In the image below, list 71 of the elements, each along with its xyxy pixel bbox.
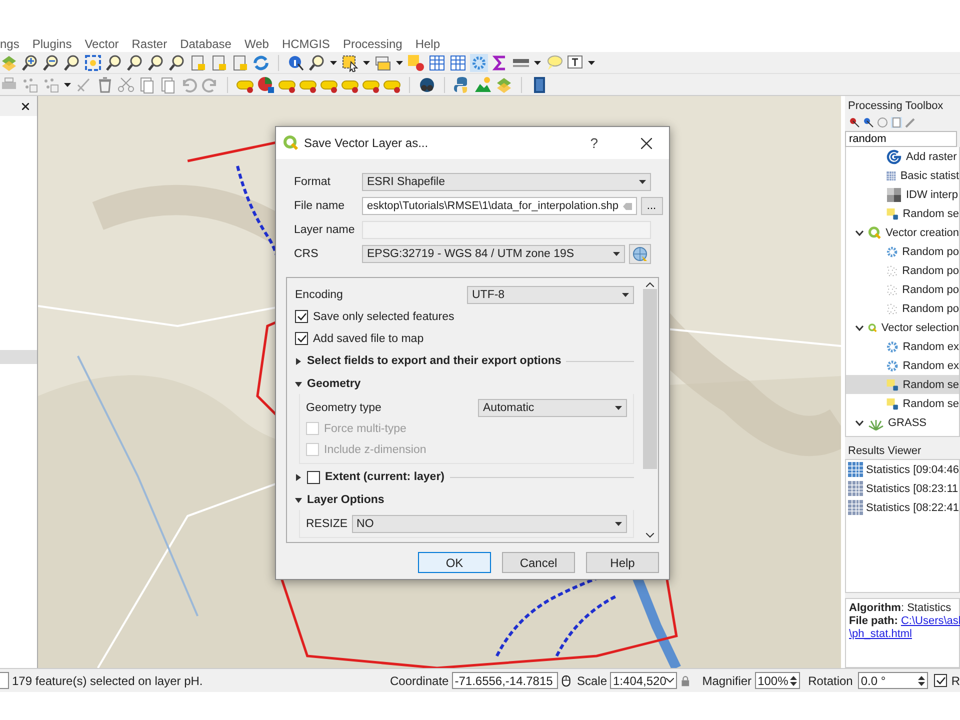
magnifier-field[interactable]: 100%	[754, 672, 800, 689]
checkbox-label: R	[951, 674, 960, 688]
algorithm-text: Algorithm: Statistics	[849, 602, 952, 615]
dropdown[interactable]: NO	[352, 514, 627, 532]
tree-item[interactable]: Random po	[846, 299, 959, 318]
tree-item[interactable]: Random se	[846, 375, 959, 394]
file-link[interactable]: \ph_stat.html	[849, 628, 912, 640]
option-label: Encoding	[295, 288, 344, 300]
magnifier-label: Magnifier	[702, 674, 752, 688]
checkbox-label: Save only selected features	[313, 310, 454, 322]
dialog-title: Save Vector Layer as...	[304, 136, 430, 150]
tree-group[interactable]: Vector selection	[846, 318, 959, 337]
file-path-label: File path:	[849, 615, 898, 627]
section-title[interactable]: Select fields to export and their export options	[307, 355, 562, 367]
coordinate-label: Coordinate	[390, 674, 449, 688]
menu-item[interactable]: ngs	[0, 36, 20, 50]
tree-item[interactable]: Random po	[846, 280, 959, 299]
menu-item[interactable]: Web	[244, 36, 269, 50]
rotation-field[interactable]: 0.0 °	[858, 672, 928, 689]
dialog-button[interactable]: Cancel	[502, 552, 575, 573]
field-label: Layer name	[294, 224, 356, 236]
tree-group[interactable]: Vector creation	[846, 223, 959, 242]
rotation-label: Rotation	[808, 674, 853, 688]
menu-item[interactable]: Database	[180, 36, 232, 50]
menu-item[interactable]: Raster	[132, 36, 168, 50]
dropdown[interactable]: Automatic	[478, 398, 627, 416]
checkbox-label: Add saved file to map	[313, 332, 424, 344]
section-title[interactable]: Layer Options	[307, 494, 384, 506]
tree-item[interactable]: Random po	[846, 261, 959, 280]
tree-item[interactable]: Basic statist	[846, 166, 959, 185]
menu-item[interactable]: Plugins	[32, 36, 72, 50]
field-label: CRS	[294, 248, 320, 260]
section-title[interactable]: Geometry	[307, 378, 361, 390]
search-field[interactable]: random	[845, 131, 957, 147]
status-message: 179 feature(s) selected on layer pH.	[12, 674, 204, 688]
file-name-field[interactable]: esktop\Tutorials\RMSE\1\data_for_interpolation.shp	[362, 197, 637, 215]
result-item[interactable]: Statistics [08:22:41	[846, 498, 959, 517]
section-title[interactable]: Extent (current: layer)	[325, 471, 445, 483]
file-link[interactable]: C:\Users\asl	[900, 615, 960, 627]
menu-item[interactable]: Vector	[84, 36, 119, 50]
option-label: Geometry type	[306, 402, 382, 414]
tree-item[interactable]: IDW interp	[846, 185, 959, 204]
tree-item[interactable]: Random ex	[846, 337, 959, 356]
panel-title: Processing Toolbox	[847, 99, 944, 114]
panel-title: Results Viewer	[847, 444, 922, 459]
tree-item[interactable]: Random ex	[846, 356, 959, 375]
dropdown[interactable]: ESRI Shapefile	[362, 173, 651, 191]
menu-item[interactable]: Help	[415, 36, 440, 50]
checkbox-label: Force multi-type	[324, 422, 406, 434]
help-button[interactable]: ?	[590, 135, 598, 151]
browse-button[interactable]: ...	[640, 197, 663, 215]
field-label: File name	[294, 200, 346, 212]
tree-item[interactable]: Add raster	[846, 147, 959, 166]
option-label: RESIZE	[306, 518, 348, 530]
menu-item[interactable]: HCMGIS	[282, 36, 330, 50]
tree-item[interactable]: Random se	[846, 204, 959, 223]
tree-item[interactable]: Random po	[846, 242, 959, 261]
menu-item[interactable]: Processing	[342, 36, 402, 50]
field-label: Format	[294, 176, 332, 188]
dialog-button[interactable]: Help	[586, 552, 659, 573]
coordinate-field[interactable]: -71.6556,-14.7815	[452, 672, 558, 689]
tree-item[interactable]: Random se	[846, 394, 959, 413]
result-item[interactable]: Statistics [09:04:46	[846, 460, 959, 479]
result-item[interactable]: Statistics [08:23:11	[846, 479, 959, 498]
dropdown[interactable]: UTF-8	[467, 286, 634, 304]
dialog-button[interactable]: OK	[418, 552, 491, 573]
scale-dropdown[interactable]: 1:404,520	[610, 672, 678, 689]
tree-group[interactable]: GRASS	[846, 413, 959, 432]
checkbox-label: Include z-dimension	[324, 444, 426, 456]
scale-label: Scale	[576, 674, 608, 688]
dropdown[interactable]: EPSG:32719 - WGS 84 / UTM zone 19S	[362, 245, 625, 263]
